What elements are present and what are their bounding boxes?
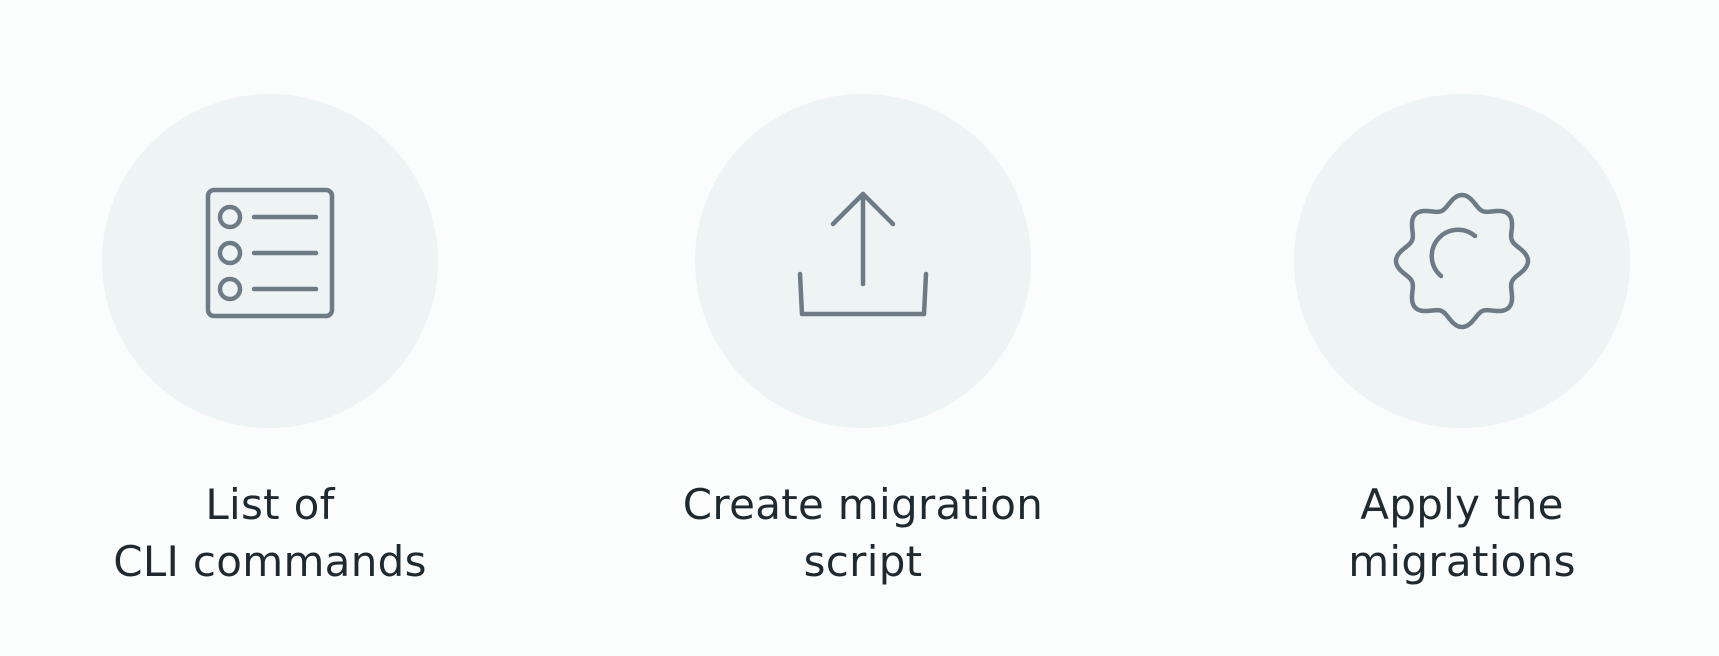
- step-label-line: script: [803, 537, 923, 586]
- gear-icon: [1393, 192, 1531, 330]
- step-circle: [1294, 94, 1630, 428]
- step-label: List of CLI commands: [60, 476, 480, 590]
- step-label-line: List of: [205, 480, 335, 529]
- step-label: Apply the migrations: [1252, 476, 1672, 590]
- step-list-cli-commands: List of CLI commands: [60, 0, 480, 656]
- step-circle: [102, 94, 438, 428]
- step-label-line: migrations: [1348, 537, 1576, 586]
- step-circle: [695, 94, 1031, 428]
- migration-steps-diagram: List of CLI commands Create migration sc…: [0, 0, 1719, 656]
- step-label-line: Apply the: [1360, 480, 1564, 529]
- step-create-migration-script: Create migration script: [653, 0, 1073, 656]
- step-apply-migrations: Apply the migrations: [1252, 0, 1672, 656]
- upload-icon: [797, 191, 929, 317]
- step-label-line: CLI commands: [113, 537, 427, 586]
- list-icon: [205, 187, 335, 319]
- step-label: Create migration script: [653, 476, 1073, 590]
- step-label-line: Create migration: [682, 480, 1044, 529]
